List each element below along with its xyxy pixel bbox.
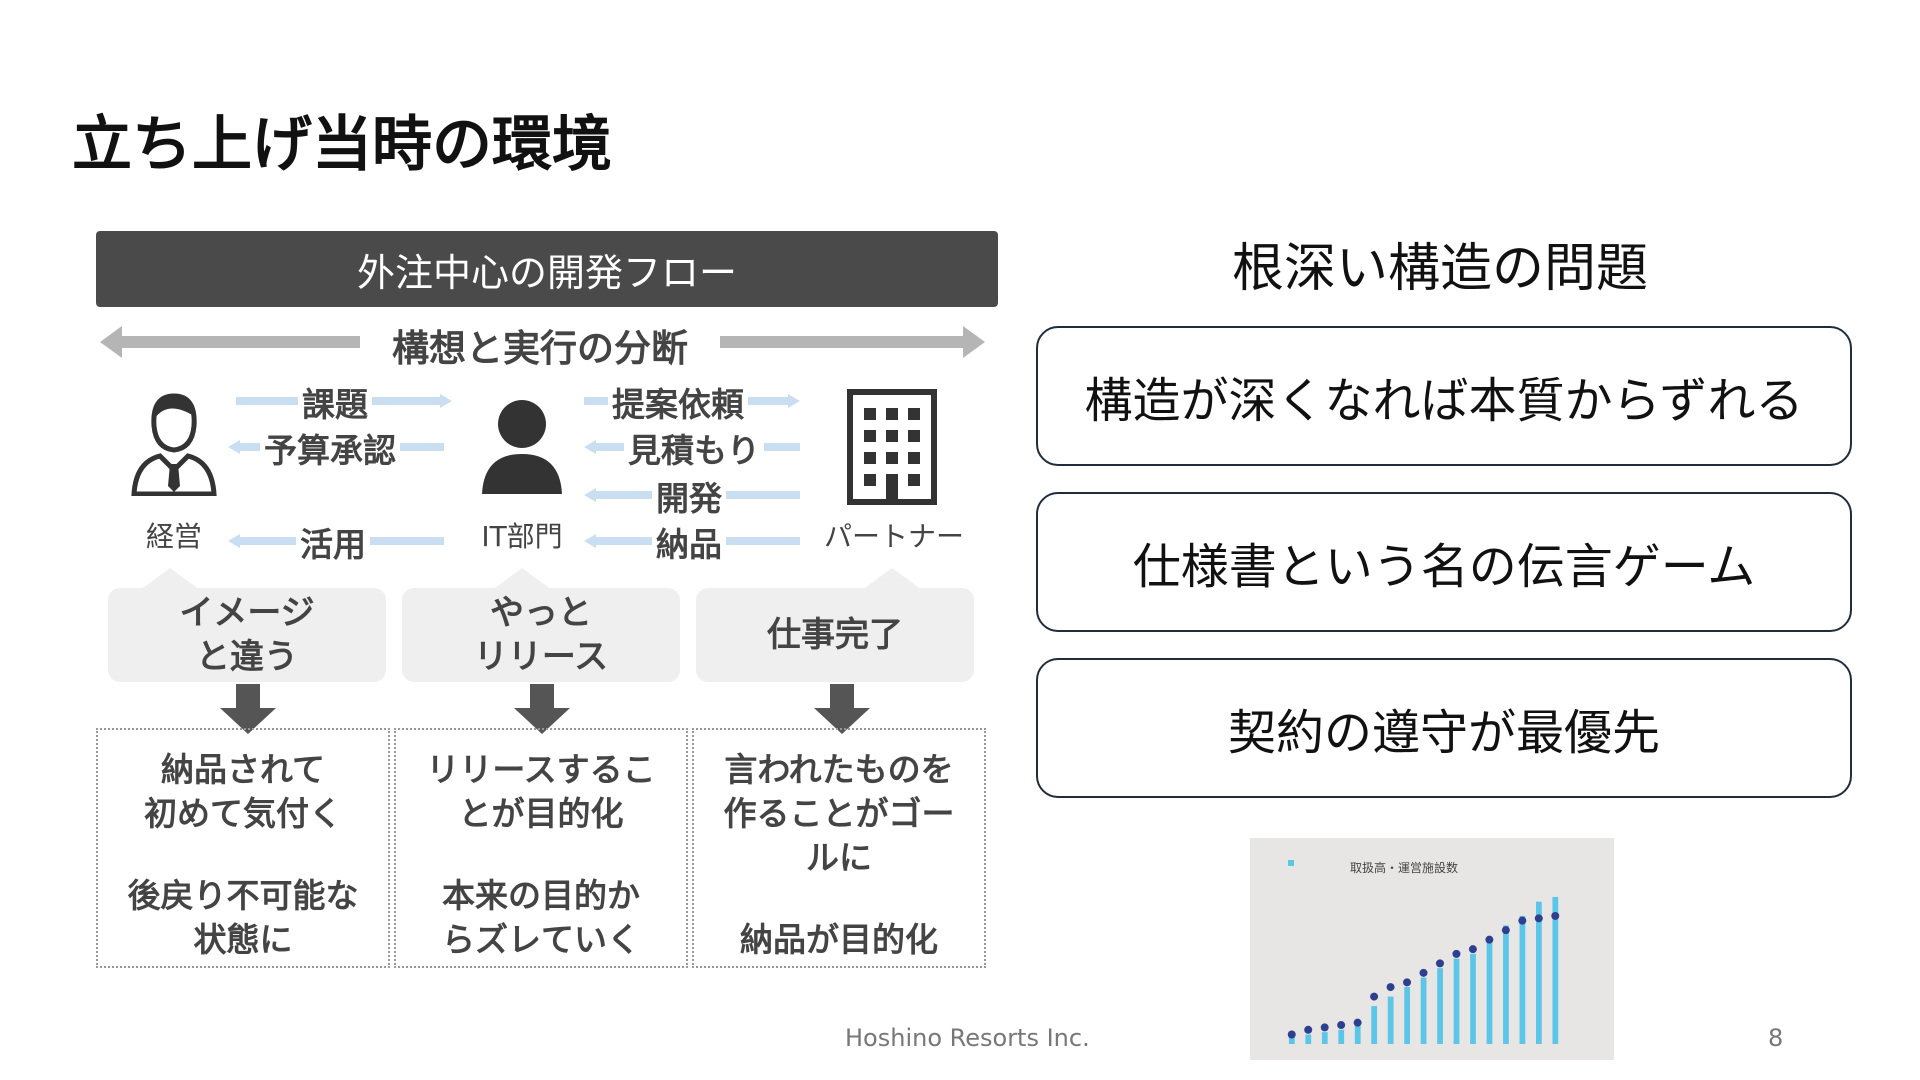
result-box-partner: 言われたものを 作ることがゴー ルに 納品が目的化 — [692, 728, 986, 968]
mini-chart-dot — [1386, 983, 1395, 992]
down-arrow-icon — [514, 684, 570, 734]
mini-chart-bar — [1453, 958, 1460, 1044]
result-line: ルに — [806, 838, 872, 877]
bubble-line: と違う — [195, 637, 298, 677]
mini-chart-bar — [1486, 939, 1493, 1044]
mini-chart-bar — [1404, 987, 1410, 1044]
bubble-line: 仕事完了 — [767, 615, 903, 655]
result-box-management: 納品されて初めて気付く 後戻り不可能な 状態に — [96, 728, 390, 968]
actor-label-management: 経営 — [145, 520, 202, 553]
flow-label-estimate: 見積もり — [624, 424, 764, 472]
flow-label-budget: 予算承認 — [260, 424, 400, 472]
mini-chart-bar — [1305, 1034, 1312, 1044]
result-box-it: リリースするこ とが目的化 本来の目的か らズレていく — [394, 728, 688, 968]
problem-box: 仕様書という名の伝言ゲーム — [1036, 492, 1852, 632]
result-line: リリースするこ — [426, 750, 656, 789]
result-line: 状態に — [193, 920, 293, 959]
bubble-line: イメージ — [179, 593, 315, 633]
flow-label-utilize: 活用 — [296, 518, 370, 566]
result-line: らズレていく — [442, 920, 640, 959]
result-line: 納品されて — [160, 750, 325, 789]
mini-chart-dot — [1353, 1018, 1362, 1027]
building-icon — [847, 389, 937, 505]
mini-chart-dot — [1501, 926, 1510, 935]
mini-chart-thumbnail: 取扱高・運営施設数 — [1250, 838, 1614, 1060]
mini-chart-dot — [1370, 992, 1379, 1001]
mini-chart-bar — [1437, 968, 1443, 1044]
mini-chart-bar — [1470, 953, 1476, 1044]
mini-chart-bar — [1371, 1006, 1378, 1044]
it-person-icon — [482, 400, 562, 494]
problem-box: 契約の遵守が最優先 — [1036, 658, 1852, 798]
bubble-line: リリース — [473, 637, 609, 677]
mini-chart-bar — [1536, 901, 1542, 1044]
mini-chart-bar — [1420, 977, 1427, 1044]
mini-chart-dot — [1534, 914, 1543, 923]
page-number: 8 — [1768, 1024, 1784, 1052]
bubble-tail — [140, 568, 200, 590]
mini-chart-title: 取扱高・運営施設数 — [1350, 860, 1458, 875]
mini-chart-dot — [1403, 978, 1412, 987]
flow-label-request: 提案依頼 — [608, 378, 748, 426]
bubble-line: やっと — [490, 593, 592, 633]
mini-chart-bar — [1338, 1029, 1345, 1044]
flow-label-issue: 課題 — [298, 378, 372, 426]
mini-chart-dot — [1337, 1021, 1346, 1030]
mini-chart-dot — [1304, 1025, 1313, 1034]
flow-label-deliver: 納品 — [652, 518, 726, 566]
mini-chart-dot — [1468, 945, 1477, 954]
reaction-bubble-management: イメージ と違う — [108, 588, 386, 682]
legend-swatch — [1288, 860, 1294, 866]
result-line: 作ることがゴー — [723, 794, 955, 833]
mini-chart-bar — [1321, 1032, 1328, 1044]
flow-label-develop: 開発 — [652, 472, 726, 520]
split-label: 構想と実行の分断 — [360, 318, 720, 372]
footer-company: Hoshino Resorts Inc. — [845, 1024, 1090, 1052]
result-line: 言われたものを — [724, 750, 954, 789]
mini-chart-dot — [1419, 968, 1428, 977]
actor-label-it: IT部門 — [481, 520, 563, 553]
reaction-bubble-partner: 仕事完了 — [696, 588, 974, 682]
mini-chart-dot — [1435, 959, 1444, 968]
result-line: 後戻り不可能な — [127, 876, 359, 915]
mini-chart-dot — [1452, 949, 1461, 958]
problems-heading: 根深い構造の問題 — [1231, 239, 1648, 299]
mini-chart-bar — [1387, 996, 1394, 1044]
mini-chart-dot — [1320, 1023, 1329, 1032]
actor-label-partner: パートナー — [823, 520, 964, 553]
mini-chart-dot — [1287, 1030, 1296, 1039]
reaction-bubble-it: やっと リリース — [402, 588, 680, 682]
mini-chart-dot — [1485, 935, 1494, 944]
mini-chart-bar — [1519, 915, 1526, 1044]
down-arrow-icon — [814, 684, 870, 734]
result-line: 本来の目的か — [442, 876, 640, 915]
executive-person-icon — [131, 393, 217, 496]
mini-chart-dot — [1518, 916, 1527, 925]
result-line: 納品が目的化 — [740, 920, 938, 959]
flow-header: 外注中心の開発フロー — [96, 231, 998, 307]
mini-chart-bar — [1354, 1025, 1361, 1044]
bubble-tail — [492, 568, 552, 590]
result-line: とが目的化 — [458, 794, 624, 833]
mini-chart-dot — [1551, 911, 1560, 920]
result-line: 初めて気付く — [144, 794, 342, 833]
mini-chart-bar — [1503, 925, 1509, 1044]
down-arrow-icon — [220, 684, 276, 734]
problem-box: 構造が深くなれば本質からずれる — [1036, 326, 1852, 466]
slide-title: 立ち上げ当時の環境 — [72, 110, 612, 180]
bubble-tail — [862, 568, 922, 590]
